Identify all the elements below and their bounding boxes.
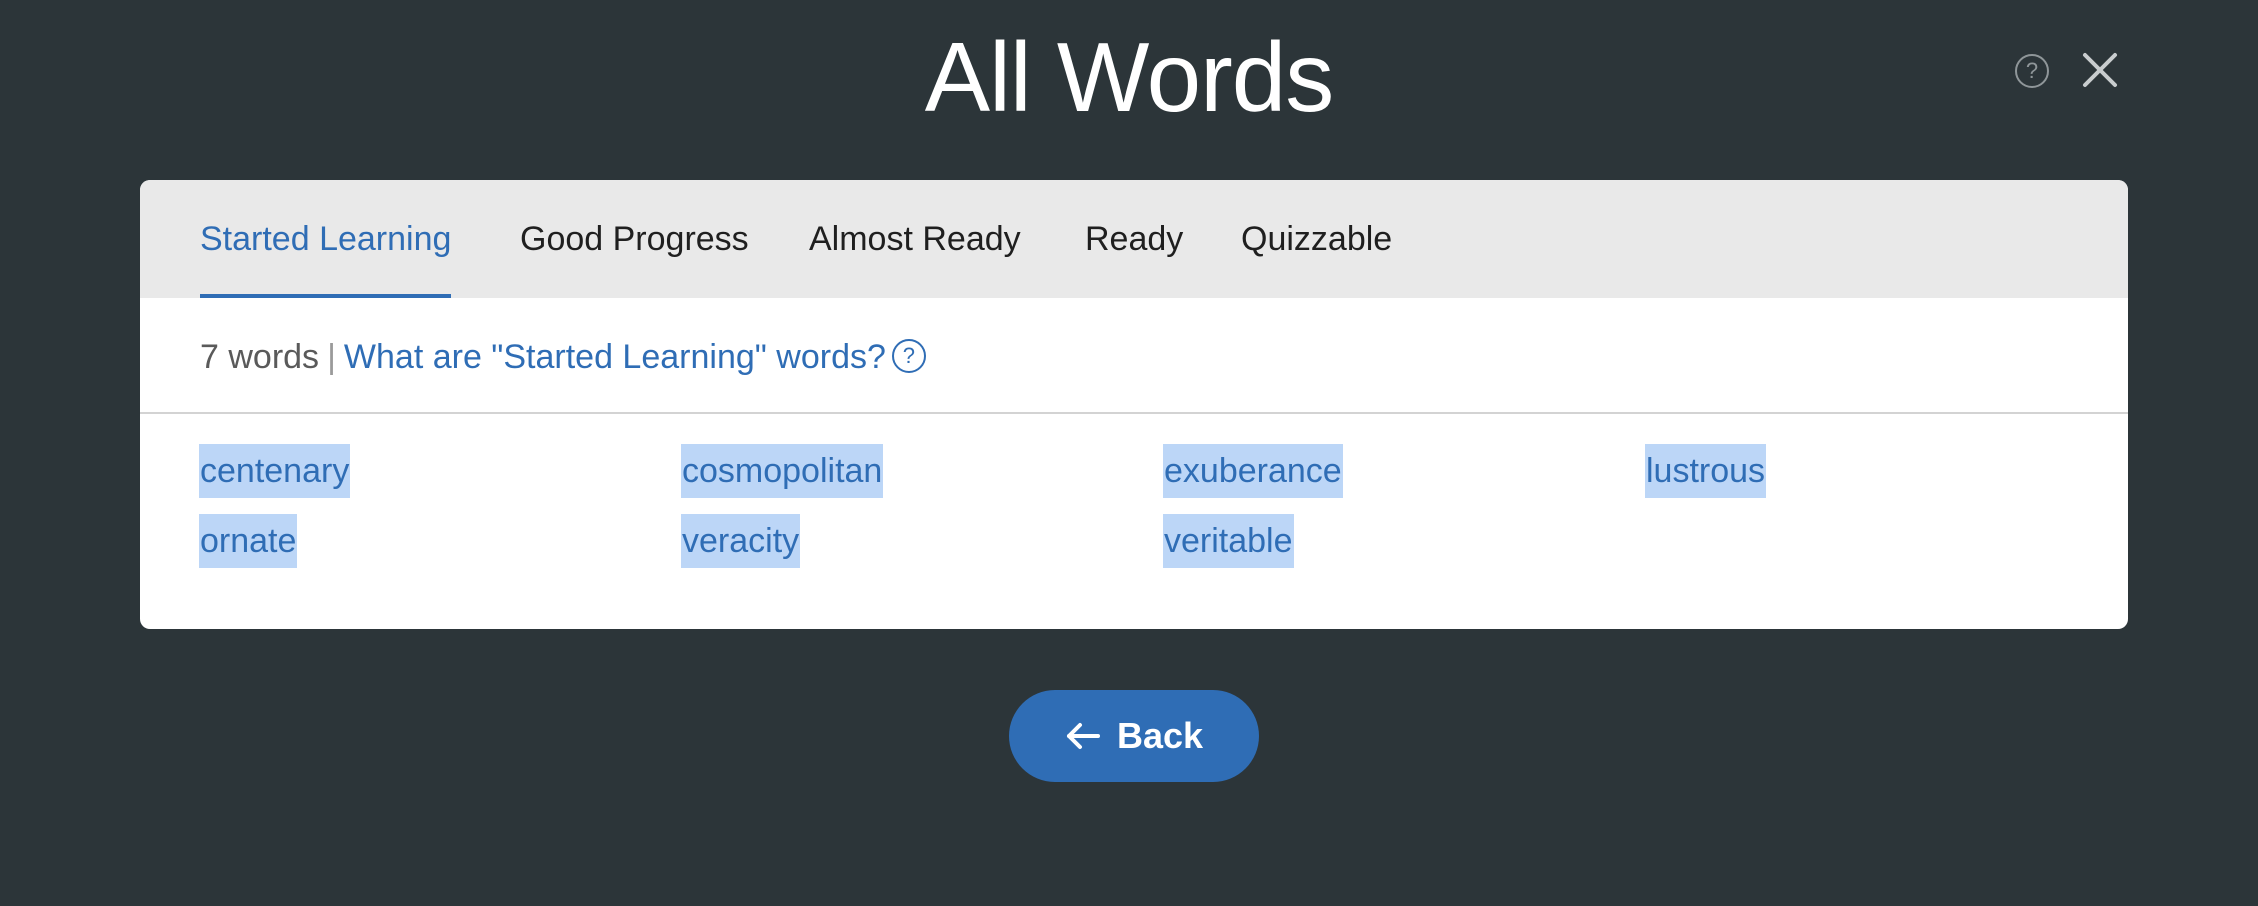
tab-quizzable[interactable]: Quizzable: [1241, 180, 1392, 298]
word-link-exuberance[interactable]: exuberance: [1163, 444, 1343, 498]
help-icon[interactable]: ?: [2015, 54, 2049, 88]
word-count: 7 words: [200, 338, 320, 376]
tab-good-progress[interactable]: Good Progress: [520, 180, 749, 298]
word-list-panel: Started Learning Good Progress Almost Re…: [140, 180, 2128, 629]
word-count-row: 7 words | What are "Started Learning" word…: [200, 332, 926, 382]
word-link-cosmopolitan[interactable]: cosmopolitan: [681, 444, 884, 498]
divider: [140, 412, 2128, 414]
word-link-veritable[interactable]: veritable: [1163, 514, 1294, 568]
back-button[interactable]: Back: [1009, 690, 1259, 782]
started-learning-info-link[interactable]: What are "Started Learning" words?: [344, 338, 886, 376]
arrow-left-icon: [1066, 723, 1100, 749]
tab-started-learning[interactable]: Started Learning: [200, 180, 452, 298]
word-link-centenary[interactable]: centenary: [199, 444, 351, 498]
page-title: All Words: [924, 22, 1335, 132]
word-link-lustrous[interactable]: lustrous: [1645, 444, 1767, 498]
tab-bar: Started Learning Good Progress Almost Re…: [140, 180, 2128, 298]
close-icon[interactable]: [2080, 50, 2120, 90]
separator: |: [327, 338, 336, 376]
tab-ready[interactable]: Ready: [1085, 180, 1183, 298]
question-circle-icon[interactable]: ?: [891, 339, 926, 374]
tab-almost-ready[interactable]: Almost Ready: [809, 180, 1021, 298]
word-link-veracity[interactable]: veracity: [681, 514, 801, 568]
word-link-ornate[interactable]: ornate: [199, 514, 298, 568]
back-button-label: Back: [1116, 715, 1204, 756]
